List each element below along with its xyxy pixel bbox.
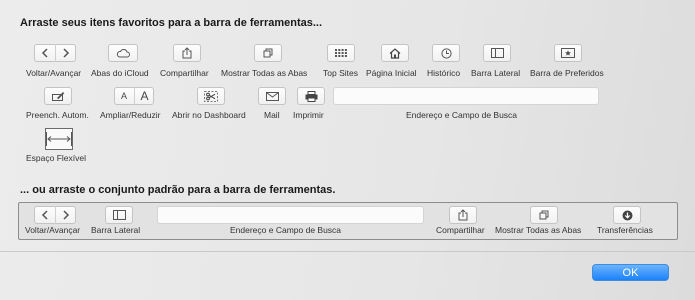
share-label: Compartilhar: [160, 68, 209, 78]
share-icon: [182, 47, 192, 59]
footer-separator: [0, 251, 695, 252]
dashboard-item[interactable]: [197, 87, 225, 105]
zoom-out-button[interactable]: A: [114, 87, 134, 105]
default-show-all-tabs-label: Mostrar Todas as Abas: [495, 225, 582, 235]
sidebar-icon: [112, 210, 126, 220]
favorites-bar-icon: [561, 48, 575, 58]
home-label: Página Inicial: [366, 68, 417, 78]
sidebar-label: Barra Lateral: [471, 68, 521, 78]
default-sidebar: [105, 206, 133, 224]
history-label: Histórico: [427, 68, 461, 78]
customize-toolbar-sheet: Arraste seus itens favoritos para a barr…: [0, 0, 695, 300]
print-label: Imprimir: [293, 110, 324, 120]
history-item[interactable]: [432, 44, 460, 62]
download-icon: [622, 210, 633, 221]
clock-icon: [440, 47, 452, 59]
share-item[interactable]: [173, 44, 201, 62]
envelope-icon: [265, 91, 279, 101]
default-sidebar-label: Barra Lateral: [91, 225, 141, 235]
default-show-all-tabs: [530, 206, 558, 224]
ok-button[interactable]: OK: [592, 264, 669, 281]
chevron-left-icon: [35, 206, 55, 224]
tabs-overview-icon: [539, 210, 550, 221]
default-back-forward-label: Voltar/Avançar: [25, 225, 81, 235]
default-downloads: [613, 206, 641, 224]
zoom-in-button[interactable]: A: [134, 87, 154, 105]
top-sites-label: Top Sites: [323, 68, 358, 78]
cloud-icon: [116, 48, 130, 58]
back-forward-item[interactable]: [34, 44, 76, 62]
chevron-right-icon: [55, 44, 75, 62]
icloud-tabs-item[interactable]: [108, 44, 138, 62]
sidebar-icon: [490, 48, 504, 58]
default-share: [449, 206, 477, 224]
show-all-tabs-label: Mostrar Todas as Abas: [221, 68, 308, 78]
flexible-space-label: Espaço Flexível: [26, 153, 86, 163]
tabs-overview-icon: [263, 48, 274, 59]
autofill-label: Preench. Autom.: [26, 110, 89, 120]
zoom-label: Ampliar/Reduzir: [100, 110, 161, 120]
icloud-tabs-label: Abas do iCloud: [91, 68, 149, 78]
mail-item[interactable]: [258, 87, 286, 105]
address-search-label: Endereço e Campo de Busca: [406, 110, 518, 120]
printer-icon: [305, 90, 318, 102]
top-sites-item[interactable]: [327, 44, 355, 62]
chevron-left-icon: [35, 44, 55, 62]
sidebar-item[interactable]: [483, 44, 511, 62]
default-share-label: Compartilhar: [436, 225, 485, 235]
double-arrow-icon: [46, 129, 72, 149]
autofill-item[interactable]: [44, 87, 72, 105]
home-icon: [389, 47, 401, 59]
show-all-tabs-item[interactable]: [254, 44, 282, 62]
heading-default-set: ... ou arraste o conjunto padrão para a …: [20, 184, 336, 196]
default-address-search-label: Endereço e Campo de Busca: [230, 225, 342, 235]
grid-icon: [335, 49, 347, 57]
zoom-item[interactable]: A A: [114, 87, 154, 105]
default-toolbar-set[interactable]: Voltar/Avançar Barra Lateral Endereço e …: [18, 202, 678, 240]
autofill-icon: [51, 91, 65, 102]
default-downloads-label: Transferências: [597, 225, 653, 235]
print-item[interactable]: [297, 87, 325, 105]
share-icon: [458, 209, 468, 221]
heading-favorites: Arraste seus itens favoritos para a barr…: [20, 17, 323, 29]
scissors-icon: [204, 90, 218, 102]
address-search-field[interactable]: [333, 87, 599, 105]
mail-label: Mail: [264, 110, 280, 120]
default-back-forward: [34, 206, 76, 224]
flexible-space-item[interactable]: [45, 128, 73, 150]
back-forward-label: Voltar/Avançar: [26, 68, 82, 78]
chevron-right-icon: [55, 206, 75, 224]
default-address-search-field: [157, 206, 424, 224]
favorites-bar-label: Barra de Preferidos: [530, 68, 604, 78]
home-item[interactable]: [381, 44, 409, 62]
dashboard-label: Abrir no Dashboard: [172, 110, 246, 120]
favorites-bar-item[interactable]: [554, 44, 582, 62]
